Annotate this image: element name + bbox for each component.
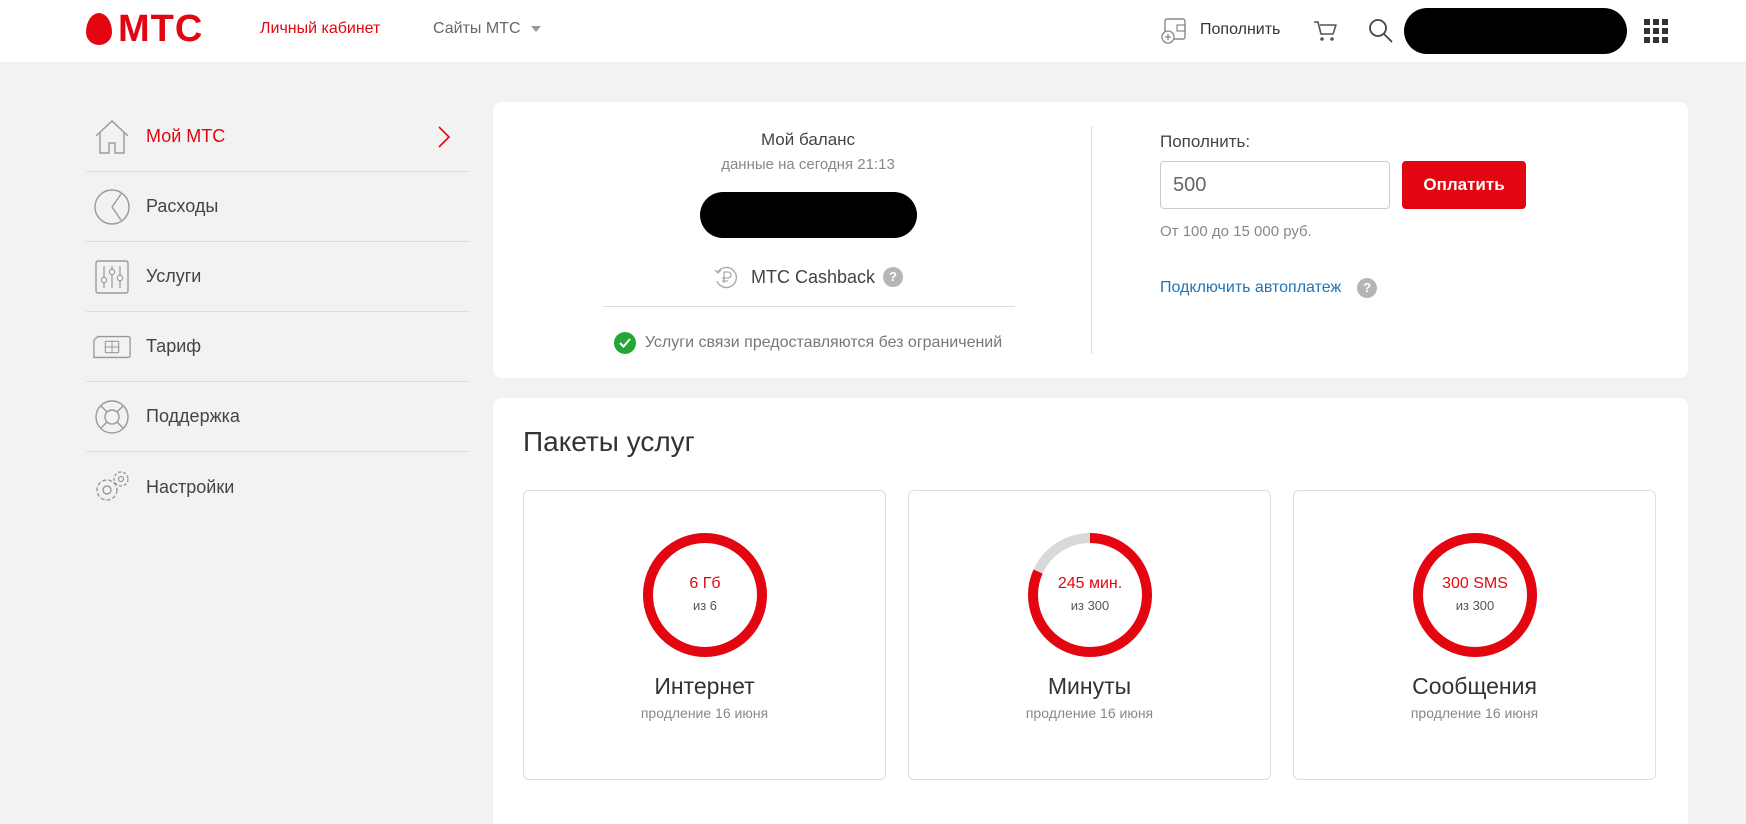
- usage-ring: 300 SMS из 300: [1411, 531, 1539, 659]
- package-internet[interactable]: 6 Гб из 6 Интернет продление 16 июня: [523, 490, 886, 780]
- package-sms[interactable]: 300 SMS из 300 Сообщения продление 16 ию…: [1293, 490, 1656, 780]
- balance-title: Мой баланс: [760, 130, 856, 149]
- usage-ring-svg: [1028, 533, 1152, 657]
- sidebar-item-label: Поддержка: [146, 406, 240, 426]
- package-name: Минуты: [1047, 673, 1132, 699]
- ring-fill: [643, 533, 767, 657]
- sidebar-item-services[interactable]: Услуги: [86, 242, 470, 312]
- cashback-label: МТС Cashback: [750, 266, 876, 287]
- sim-card-icon: [92, 327, 132, 367]
- cashback-help-icon[interactable]: ?: [883, 267, 904, 287]
- package-renewal: продление 16 июня: [640, 705, 769, 721]
- sidebar-item-label: Мой МТС: [146, 126, 226, 146]
- lifebuoy-icon: [92, 397, 132, 437]
- package-remaining: 300 SMS: [1442, 575, 1508, 592]
- topup-range-hint: От 100 до 15 000 руб.: [1160, 223, 1312, 240]
- divider: [603, 306, 1015, 307]
- header-topup-button[interactable]: Пополнить: [1160, 16, 1280, 44]
- nav-personal-account[interactable]: Личный кабинет: [260, 20, 380, 38]
- sidebar-item-expenses[interactable]: Расходы: [86, 172, 470, 242]
- check-circle-icon: [613, 332, 636, 354]
- package-remaining: 245 мин.: [1057, 575, 1123, 592]
- autopay-row: Подключить автоплатеж ?: [1160, 278, 1378, 298]
- packages-card: Пакеты услуг 6 Гб из 6 Интернет продлени…: [493, 398, 1688, 824]
- package-name: Сообщения: [1412, 673, 1537, 699]
- cart-icon[interactable]: [1312, 18, 1338, 44]
- nav-mts-sites-label: Сайты МТС: [433, 20, 521, 37]
- balance-amount-redacted: [700, 192, 917, 238]
- header-topup-label: Пополнить: [1200, 21, 1281, 38]
- package-minutes[interactable]: 245 мин. из 300 Минуты продление 16 июня: [908, 490, 1271, 780]
- usage-ring: 6 Гб из 6: [641, 531, 769, 659]
- nav-mts-sites-dropdown[interactable]: Сайты МТС: [433, 20, 541, 38]
- egg-logo-icon: [86, 13, 112, 45]
- pie-chart-icon: [92, 187, 132, 227]
- cashback-row[interactable]: МТС Cashback ?: [493, 264, 1123, 290]
- package-renewal: продление 16 июня: [1410, 705, 1539, 721]
- package-total: из 300: [1455, 598, 1495, 613]
- top-header: МТС Личный кабинет Сайты МТС Пополнить: [0, 0, 1746, 62]
- account-button[interactable]: [1404, 8, 1627, 54]
- sidebar-nav: Мой МТС Расходы Услуги Тариф Поддержка Н…: [86, 102, 470, 522]
- apps-grid-icon[interactable]: [1644, 19, 1668, 43]
- package-total: из 300: [1070, 598, 1110, 613]
- sidebar-item-support[interactable]: Поддержка: [86, 382, 470, 452]
- autopay-link[interactable]: Подключить автоплатеж: [1160, 279, 1341, 297]
- ring-fill: [1413, 533, 1537, 657]
- package-total: из 6: [692, 598, 718, 613]
- pay-button[interactable]: Оплатить: [1402, 161, 1526, 209]
- chevron-right-icon: [438, 126, 451, 148]
- mts-logo[interactable]: МТС: [86, 8, 204, 50]
- service-status: Услуги связи предоставляются без огранич…: [493, 332, 1123, 354]
- ruble-cashback-icon: [714, 266, 738, 289]
- usage-ring-svg: [643, 533, 767, 657]
- usage-ring-svg: [1413, 533, 1537, 657]
- topup-amount-input[interactable]: [1160, 161, 1390, 209]
- caret-down-icon: [530, 26, 541, 32]
- search-icon[interactable]: [1368, 18, 1394, 44]
- sidebar-item-tariff[interactable]: Тариф: [86, 312, 470, 382]
- service-status-text: Услуги связи предоставляются без огранич…: [644, 334, 1003, 351]
- gears-icon: [92, 467, 132, 507]
- package-renewal: продление 16 июня: [1025, 705, 1154, 721]
- balance-timestamp: данные на сегодня 21:13: [721, 156, 895, 173]
- sidebar-item-my-mts[interactable]: Мой МТС: [86, 102, 470, 172]
- package-name: Интернет: [654, 673, 755, 699]
- balance-card: Мой баланс данные на сегодня 21:13 МТС C…: [493, 102, 1688, 378]
- logo-text: МТС: [118, 8, 204, 50]
- sidebar-item-label: Тариф: [146, 336, 202, 356]
- packages-title: Пакеты услуг: [523, 426, 695, 457]
- sidebar-item-label: Расходы: [146, 196, 219, 216]
- autopay-help-icon[interactable]: ?: [1357, 278, 1378, 298]
- topup-title: Пополнить:: [1160, 132, 1251, 151]
- sidebar-item-settings[interactable]: Настройки: [86, 452, 470, 522]
- wallet-plus-icon: [1161, 18, 1186, 44]
- sliders-icon: [92, 257, 132, 297]
- sidebar-item-label: Настройки: [146, 476, 235, 497]
- sidebar-item-label: Услуги: [146, 266, 202, 286]
- usage-ring: 245 мин. из 300: [1026, 531, 1154, 659]
- vertical-divider: [1091, 126, 1092, 354]
- package-remaining: 6 Гб: [689, 575, 721, 592]
- home-icon: [92, 117, 132, 157]
